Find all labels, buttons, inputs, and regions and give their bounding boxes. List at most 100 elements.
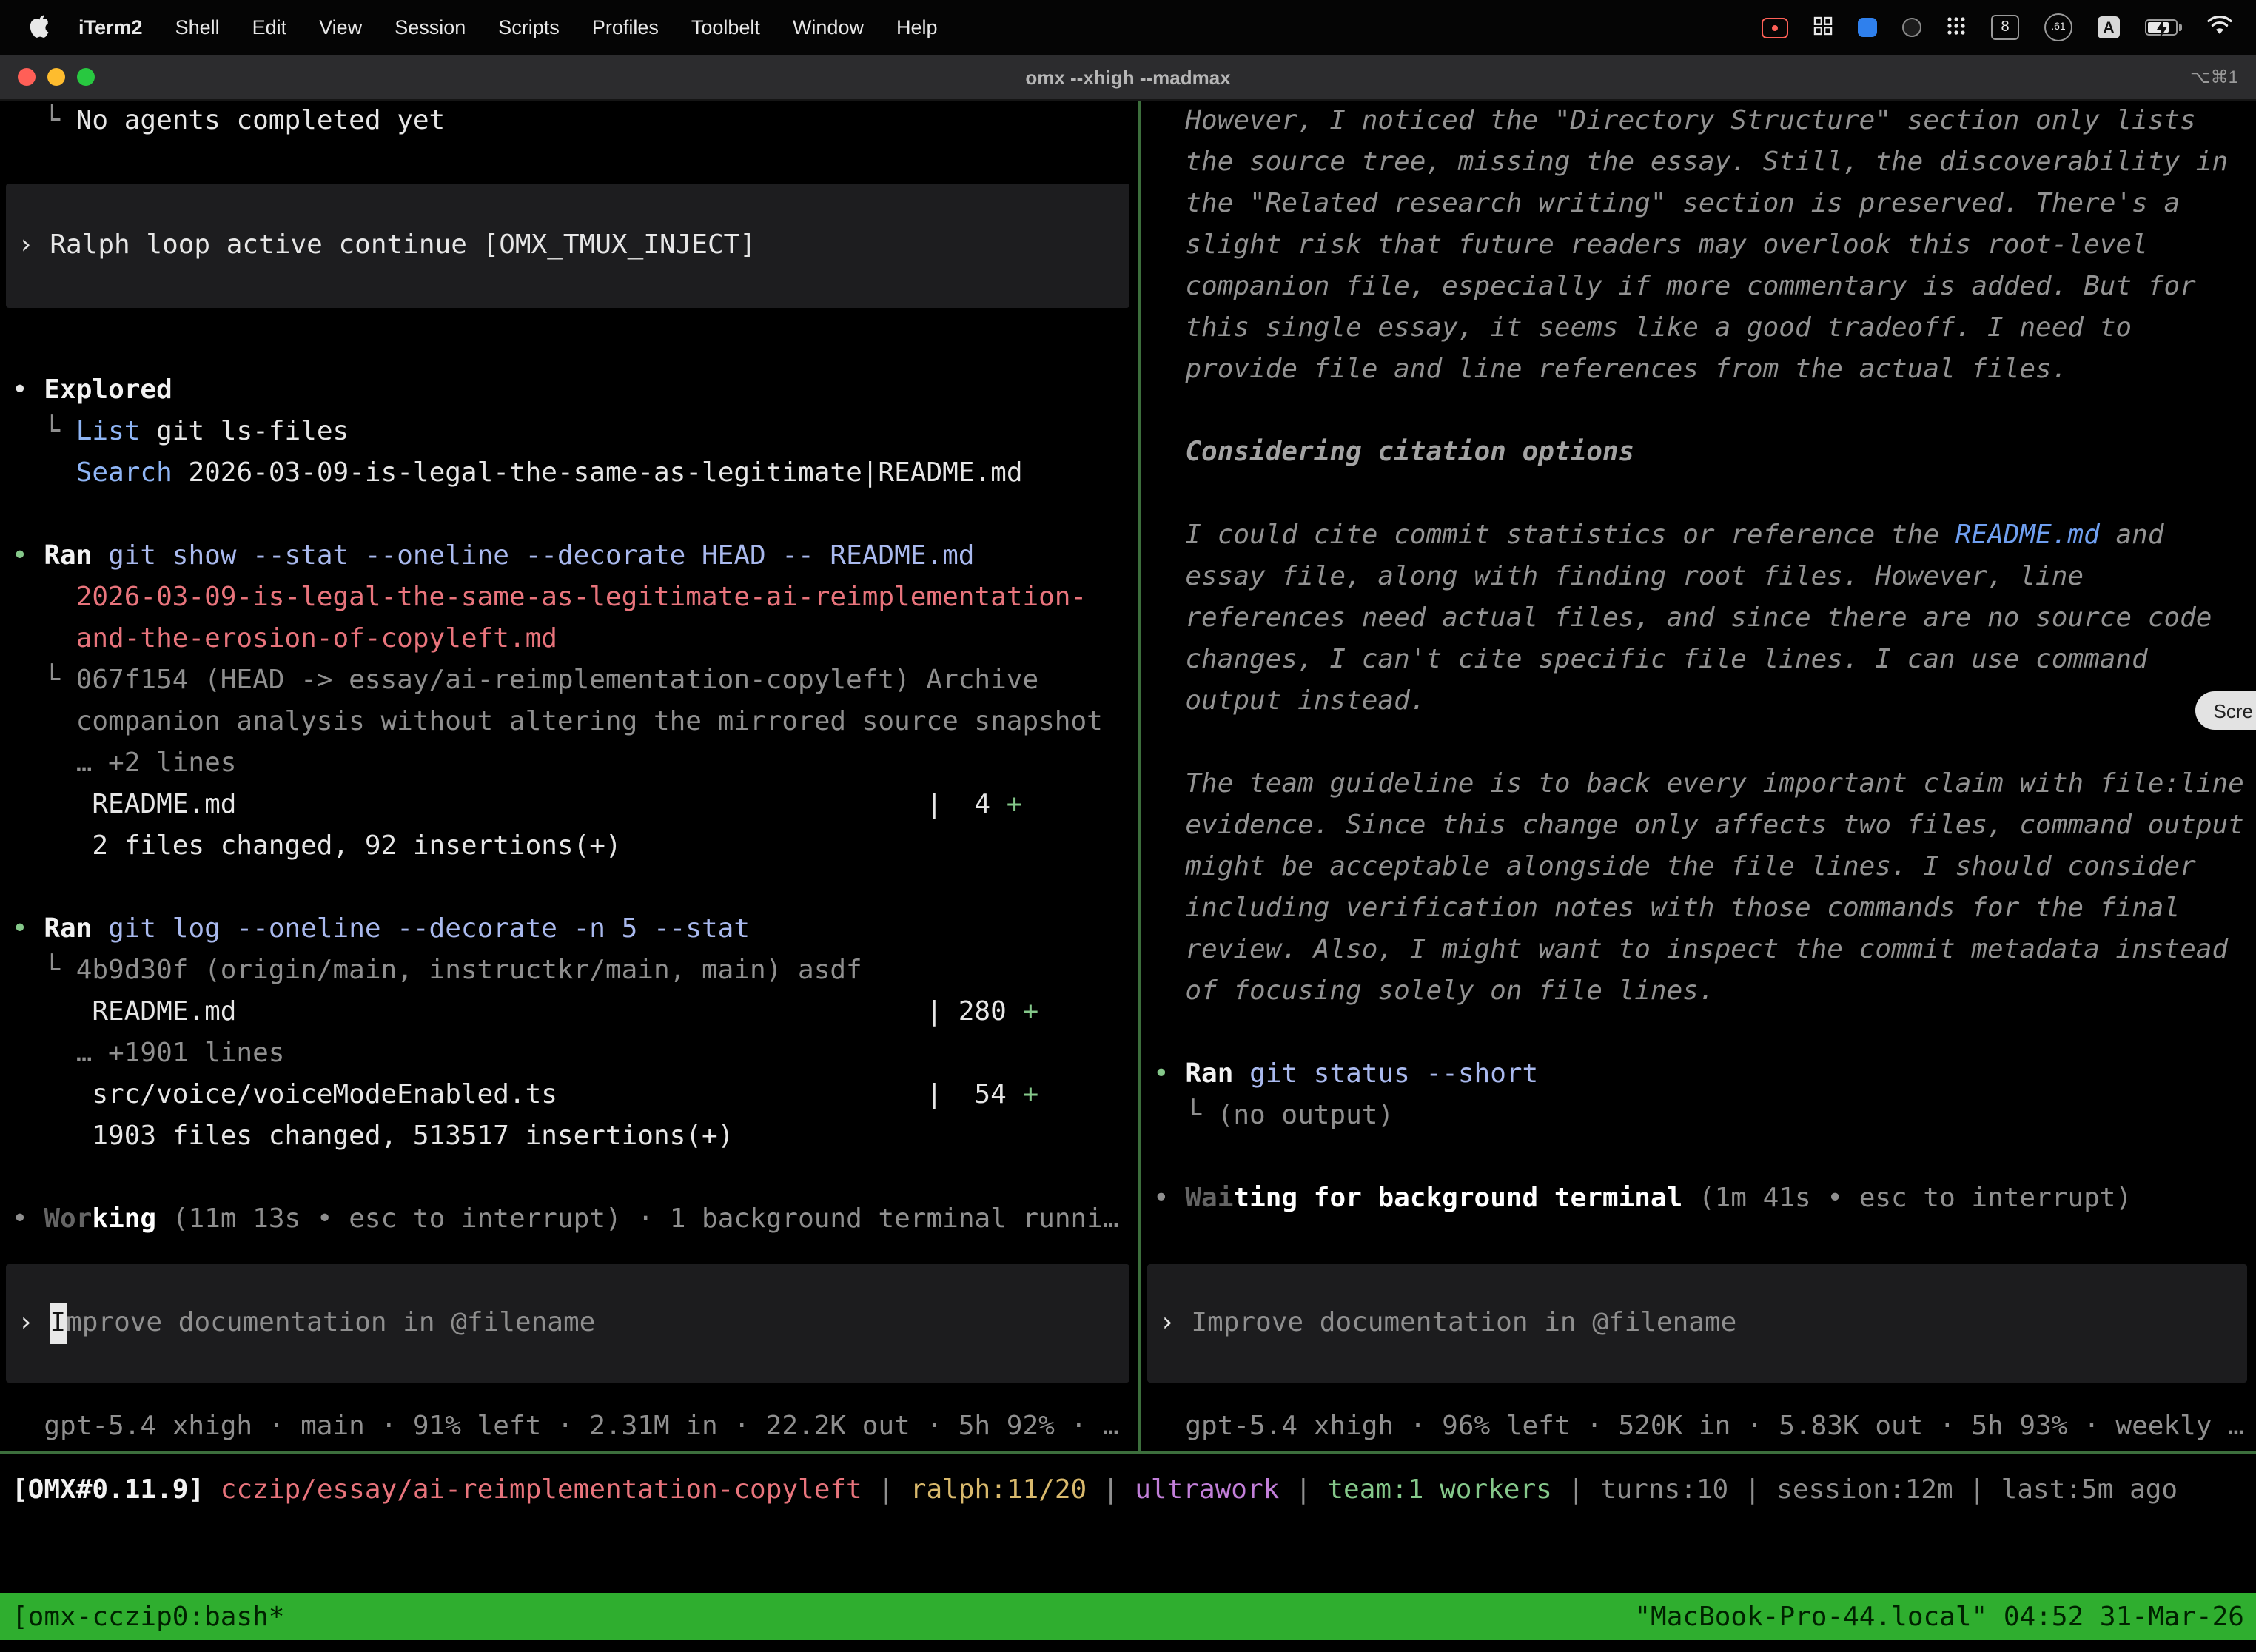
text-run [12,1162,28,1193]
right-prompt-input[interactable]: › Improve documentation in @filename [1147,1264,2247,1383]
terminal-line: 2026-03-09-is-legal-the-same-as-legitima… [0,577,1138,619]
window-shortcut-badge: ⌥⌘1 [2190,67,2238,87]
left-pane-log: • Explored └ List git ls-files Search 20… [0,370,1138,1240]
terminal-line: └ 4b9d30f (origin/main, instructkr/main,… [0,950,1138,992]
text-run: + [1022,1079,1038,1110]
text-run: the source tree, missing the essay. Stil… [1153,147,2228,178]
terminal-line: Considering citation options [1141,432,2256,474]
text-run: README.md | 280 [12,996,1022,1027]
right-pane-log: However, I noticed the "Directory Struct… [1141,101,2256,1220]
text-run: Ran [44,913,92,944]
text-run: might be acceptable alongside the file l… [1153,851,2196,882]
text-run: the "Related research writing" section i… [1153,188,2180,219]
text-run: I [50,1303,66,1344]
stat-menu-icon[interactable]: 8 [1991,15,2019,40]
text-run: └ (no output) [1153,1100,1394,1131]
terminal-line: … +2 lines [0,743,1138,785]
omx-status-line: [OMX#0.11.9] cczip/essay/ai-reimplementa… [0,1454,2256,1511]
battery-icon[interactable] [2145,19,2182,36]
menu-item-edit[interactable]: Edit [236,16,303,38]
menu-item-view[interactable]: View [303,16,378,38]
terminal-line: README.md | 280 + [0,992,1138,1033]
menu-item-toolbelt[interactable]: Toolbelt [675,16,776,38]
text-run: and-the-erosion-of-copyleft.md [12,623,557,654]
terminal-line: companion analysis without altering the … [0,702,1138,743]
terminal-line [1141,1137,2256,1178]
terminal-line: the source tree, missing the essay. Stil… [1141,142,2256,184]
text-run: provide file and line references from th… [1153,354,2067,385]
menu-item-shell[interactable]: Shell [159,16,236,38]
menu-item-window[interactable]: Window [776,16,880,38]
text-run: slight risk that future readers may over… [1153,229,2148,261]
terminal-line: changes, I can't cite specific file line… [1141,639,2256,681]
text-run: • [12,375,44,406]
screen-share-tab[interactable]: Scre [2196,691,2256,730]
text-run: The team guideline is to back every impo… [1153,768,2244,799]
terminal-line: … +1901 lines [0,1033,1138,1075]
menu-item-help[interactable]: Help [880,16,954,38]
text-run: Improve documentation in @filename [1191,1303,1736,1344]
text-run: └ [12,416,76,447]
input-source-icon[interactable]: A [2098,16,2120,38]
terminal-line: README.md | 4 + [0,785,1138,826]
text-run: • [1153,1183,1185,1214]
terminal-line: 1903 files changed, 513517 insertions(+) [0,1116,1138,1158]
grid-icon[interactable] [1813,16,1833,39]
wifi-icon[interactable] [2207,16,2232,39]
text-run: | [1087,1474,1135,1505]
terminal-line: The team guideline is to back every impo… [1141,764,2256,805]
terminal-line: 2 files changed, 92 insertions(+) [0,826,1138,867]
terminal-line [0,494,1138,536]
text-run: review. Also, I might want to inspect th… [1153,934,2228,965]
cpu-monitor-icon[interactable]: .61 [2044,13,2072,41]
terminal-line: • Waiting for background terminal (1m 41… [1141,1178,2256,1220]
screen-recording-indicator-icon[interactable] [1762,17,1788,38]
ralph-inject-box[interactable]: › Ralph loop active continue [OMX_TMUX_I… [6,184,1129,308]
text-run: • [12,540,44,571]
text-run: Ran [1185,1058,1233,1089]
macos-menu-bar: iTerm2 Shell Edit View Session Scripts P… [0,0,2256,55]
text-run: + [1022,996,1038,1027]
menu-item-iterm2[interactable]: iTerm2 [62,16,159,38]
text-run: references need actual files, and since … [1153,602,2212,634]
text-run: Wai [1185,1183,1233,1214]
text-run: [OMX#0.11.9] [12,1474,221,1505]
left-prompt-input[interactable]: › Improve documentation in @filename [6,1264,1129,1383]
menu-item-profiles[interactable]: Profiles [576,16,675,38]
terminal-line [1141,1013,2256,1054]
terminal-line: └ No agents completed yet [0,101,1138,142]
terminal-line: └ (no output) [1141,1095,2256,1137]
window-title-bar: omx --xhigh --madmax ⌥⌘1 [0,55,2256,101]
terminal-line: • Ran git show --stat --oneline --decora… [0,536,1138,577]
menu-item-scripts[interactable]: Scripts [482,16,576,38]
tmux-status-bar: [omx-cczip0:bash* "MacBook-Pro-44.local"… [0,1593,2256,1640]
text-run: this single essay, it seems like a good … [1153,312,2132,343]
text-run: Considering citation options [1153,437,1634,468]
terminal-line [1141,391,2256,432]
terminal-line: • Explored [0,370,1138,412]
menu-item-session[interactable]: Session [378,16,482,38]
text-run: However, I noticed the "Directory Struct… [1153,105,2196,136]
dots-grid-icon[interactable] [1947,16,1966,39]
window-title: omx --xhigh --madmax [0,66,2256,88]
text-run: └ 067f154 (HEAD -> essay/ai-reimplementa… [12,665,1038,696]
left-pane[interactable]: └ No agents completed yet › Ralph loop a… [0,101,1138,1451]
text-run [12,457,76,488]
terminal-line: src/voice/voiceModeEnabled.ts | 54 + [0,1075,1138,1116]
text-run: › [1159,1303,1191,1344]
text-run: git status --short [1233,1058,1538,1089]
text-run: evidence. Since this change only affects… [1153,810,2244,841]
text-run: | [1279,1474,1327,1505]
screen-share-tab-label: Scre [2214,699,2253,722]
text-run: • [1153,1058,1185,1089]
dark-app-icon[interactable] [1902,18,1921,37]
terminal-line: might be acceptable alongside the file l… [1141,847,2256,888]
blue-app-icon[interactable] [1858,18,1877,37]
text-run: README.md [1955,520,2100,551]
text-run [1153,1017,1169,1048]
apple-menu-icon[interactable] [30,15,50,40]
text-run: companion file, especially if more comme… [1153,271,2196,302]
terminal-line: provide file and line references from th… [1141,349,2256,391]
text-run: › Ralph loop active continue [OMX_TMUX_I… [18,229,756,261]
right-pane[interactable]: However, I noticed the "Directory Struct… [1141,101,2256,1451]
